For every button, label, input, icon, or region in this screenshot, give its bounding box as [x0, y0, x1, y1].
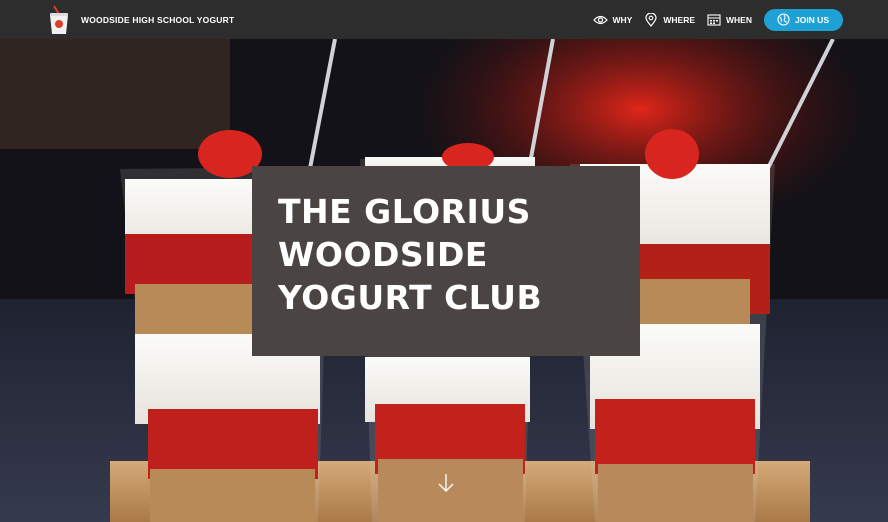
- map-pin-icon: [645, 12, 657, 27]
- join-us-button[interactable]: JOIN US: [763, 8, 843, 31]
- join-us-label: JOIN US: [794, 14, 829, 25]
- nav-item-why[interactable]: WHY: [592, 14, 633, 25]
- nav-item-where[interactable]: WHERE: [644, 12, 695, 27]
- brand-link[interactable]: WOODSIDE HIGH SCHOOL YOGURT: [46, 4, 235, 35]
- hero-section: THE GLORIUS WOODSIDE YOGURT CLUB: [0, 39, 888, 522]
- main-nav: WHY WHERE WHEN JOIN US: [581, 8, 843, 31]
- yogurt-cup-logo-icon: [50, 4, 68, 34]
- nav-item-when[interactable]: WHEN: [707, 13, 752, 26]
- navbar: WOODSIDE HIGH SCHOOL YOGURT WHY WHERE WH…: [0, 0, 888, 39]
- globe-icon: [777, 13, 790, 26]
- hero-title-box: THE GLORIUS WOODSIDE YOGURT CLUB: [252, 166, 640, 356]
- nav-item-label: WHY: [612, 14, 633, 25]
- eye-icon: [592, 15, 608, 24]
- arrow-down-icon[interactable]: [433, 470, 459, 496]
- brand-name: WOODSIDE HIGH SCHOOL YOGURT: [81, 14, 235, 25]
- calendar-icon: [707, 13, 721, 26]
- nav-item-label: WHERE: [663, 14, 695, 25]
- hero-title: THE GLORIUS WOODSIDE YOGURT CLUB: [278, 192, 543, 317]
- nav-item-label: WHEN: [726, 14, 752, 25]
